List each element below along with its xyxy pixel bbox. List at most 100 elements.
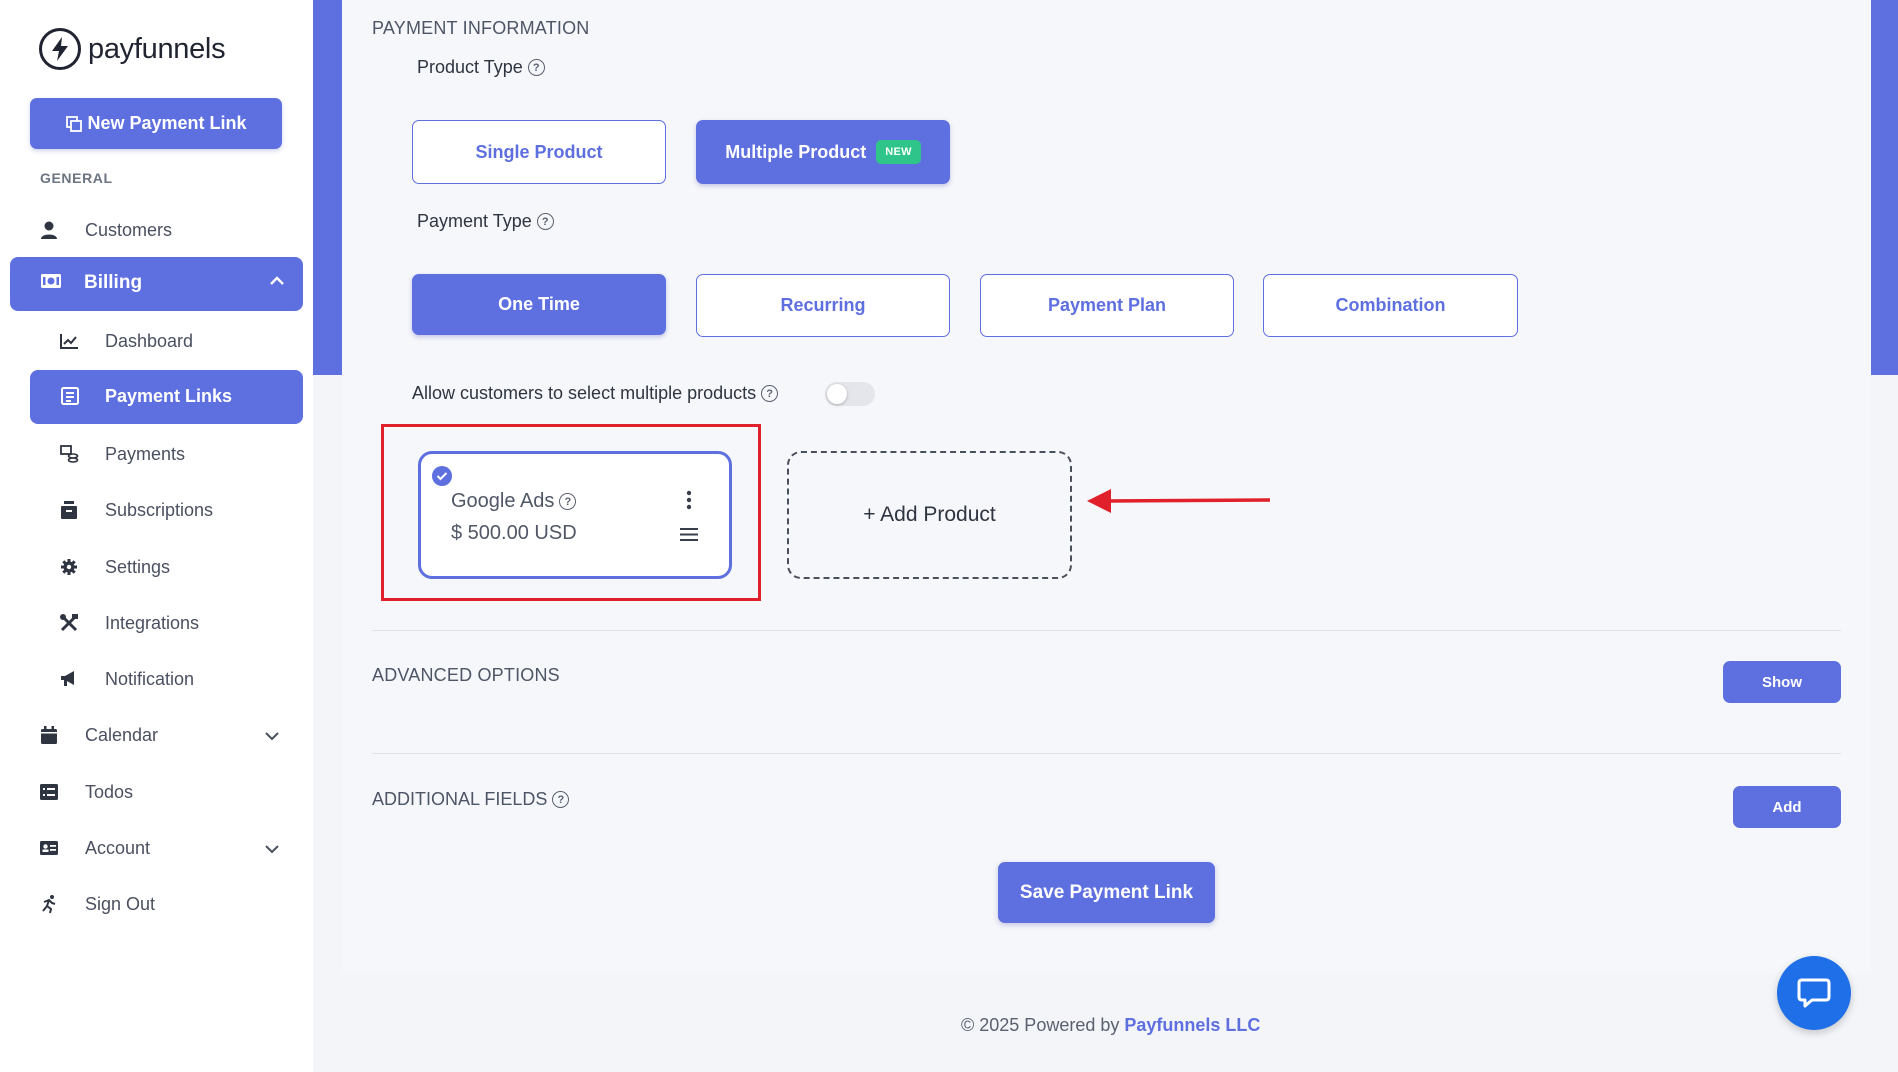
single-product-option[interactable]: Single Product (412, 120, 666, 184)
sidebar-item-payment-links[interactable]: Payment Links (30, 370, 303, 424)
recurring-option[interactable]: Recurring (696, 274, 950, 337)
footer-brand-link[interactable]: Payfunnels LLC (1124, 1015, 1260, 1035)
header-band-right (1871, 0, 1898, 375)
help-icon[interactable]: ? (559, 493, 577, 510)
product-type-label: Product Type ? (417, 57, 545, 78)
help-icon[interactable]: ? (552, 791, 570, 808)
add-label: Add (1772, 798, 1802, 816)
chevron-up-icon (269, 274, 285, 292)
sidebar-item-customers[interactable]: Customers (38, 219, 288, 241)
show-label: Show (1762, 673, 1802, 691)
chat-bubble-icon[interactable] (1777, 956, 1851, 1030)
add-product-label: + Add Product (863, 503, 996, 526)
sidebar-item-account[interactable]: Account (38, 837, 288, 859)
sidebar-item-label: Customers (85, 219, 173, 240)
help-icon[interactable]: ? (527, 59, 545, 76)
section-additional-fields: ADDITIONAL FIELDS ? (372, 789, 570, 810)
chevron-down-icon (264, 839, 280, 860)
tools-icon (58, 612, 80, 634)
divider (372, 753, 1841, 754)
sidebar: payfunnels New Payment Link GENERAL Cust… (0, 0, 313, 1072)
section-general: GENERAL (40, 170, 113, 186)
sidebar-item-billing[interactable]: Billing (10, 257, 303, 311)
sidebar-item-sign-out[interactable]: Sign Out (38, 893, 288, 915)
product-card-google-ads[interactable]: Google Ads ? $ 500.00 USD (418, 451, 732, 579)
save-payment-link-button[interactable]: Save Payment Link (998, 862, 1215, 923)
payment-type-label: Payment Type ? (417, 211, 554, 232)
help-icon[interactable]: ? (761, 385, 779, 402)
sidebar-item-label: Payments (105, 443, 186, 464)
brand-name: payfunnels (88, 32, 226, 65)
payment-plan-label: Payment Plan (1047, 295, 1167, 315)
drag-handle-icon[interactable] (680, 527, 698, 547)
sidebar-item-label: Todos (85, 781, 134, 802)
red-arrow-icon (1087, 489, 1271, 513)
sidebar-item-integrations[interactable]: Integrations (58, 612, 298, 634)
save-label: Save Payment Link (1019, 881, 1194, 903)
sidebar-item-calendar[interactable]: Calendar (38, 724, 288, 746)
chevron-down-icon (264, 726, 280, 747)
multiple-product-label: Multiple Product (725, 141, 867, 162)
sidebar-item-settings[interactable]: Settings (58, 556, 298, 578)
divider (372, 630, 1841, 631)
one-time-option[interactable]: One Time (412, 274, 666, 335)
user-icon (38, 219, 60, 241)
sidebar-item-label: Notification (105, 668, 195, 689)
sidebar-item-payments[interactable]: Payments (58, 443, 298, 465)
footer: © 2025 Powered by Payfunnels LLC (961, 1015, 1260, 1036)
new-payment-link-button[interactable]: New Payment Link (30, 98, 282, 149)
sidebar-item-label: Calendar (85, 724, 159, 745)
sidebar-item-subscriptions[interactable]: Subscriptions (58, 499, 298, 521)
section-advanced-options: ADVANCED OPTIONS (372, 665, 560, 685)
sidebar-item-notification[interactable]: Notification (58, 668, 298, 690)
sidebar-item-dashboard[interactable]: Dashboard (58, 330, 298, 352)
chart-line-icon (58, 330, 80, 352)
receipt-icon (60, 386, 80, 411)
single-product-label: Single Product (475, 141, 603, 162)
sidebar-item-label: Settings (105, 556, 171, 577)
sidebar-item-label: Dashboard (105, 330, 194, 351)
show-advanced-button[interactable]: Show (1723, 661, 1841, 703)
help-icon[interactable]: ? (536, 213, 554, 230)
one-time-label: One Time (498, 294, 580, 314)
payment-plan-option[interactable]: Payment Plan (980, 274, 1234, 337)
product-name-text: Google Ads (451, 490, 555, 512)
multiple-product-option[interactable]: Multiple Product NEW (696, 120, 950, 184)
add-field-button[interactable]: Add (1733, 786, 1841, 828)
payments-icon (58, 443, 80, 465)
archive-icon (58, 499, 80, 521)
check-icon (432, 466, 452, 486)
money-icon (40, 273, 62, 294)
header-band-left (313, 0, 342, 375)
sidebar-item-label: Integrations (105, 612, 200, 633)
add-product-button[interactable]: + Add Product (787, 451, 1072, 579)
allow-multiple-text: Allow customers to select multiple produ… (412, 383, 757, 403)
product-name: Google Ads ? (451, 490, 577, 513)
allow-multiple-toggle[interactable] (825, 382, 875, 406)
recurring-label: Recurring (780, 295, 866, 315)
product-type-text: Product Type (417, 57, 523, 77)
footer-prefix: © 2025 Powered by (961, 1015, 1125, 1035)
sidebar-item-todos[interactable]: Todos (38, 781, 288, 803)
new-payment-link-label: New Payment Link (87, 113, 247, 133)
logo[interactable]: payfunnels (39, 28, 226, 70)
sidebar-item-label: Sign Out (85, 893, 156, 914)
list-icon (38, 781, 60, 803)
payment-type-text: Payment Type (417, 211, 532, 231)
combination-option[interactable]: Combination (1263, 274, 1518, 337)
running-icon (38, 893, 60, 915)
new-badge: NEW (876, 140, 921, 164)
sidebar-item-label: Subscriptions (105, 499, 214, 520)
allow-multiple-label: Allow customers to select multiple produ… (412, 383, 779, 404)
additional-fields-text: ADDITIONAL FIELDS (372, 789, 548, 809)
product-price: $ 500.00 USD (451, 522, 577, 544)
calendar-icon (38, 724, 60, 746)
id-card-icon (38, 837, 60, 859)
lightning-icon (39, 28, 81, 70)
sidebar-item-label: Payment Links (105, 386, 233, 406)
gear-icon (58, 556, 80, 578)
copy-icon (66, 115, 83, 132)
more-vertical-icon[interactable] (686, 490, 692, 515)
sidebar-item-label: Billing (84, 272, 143, 293)
megaphone-icon (58, 668, 80, 690)
